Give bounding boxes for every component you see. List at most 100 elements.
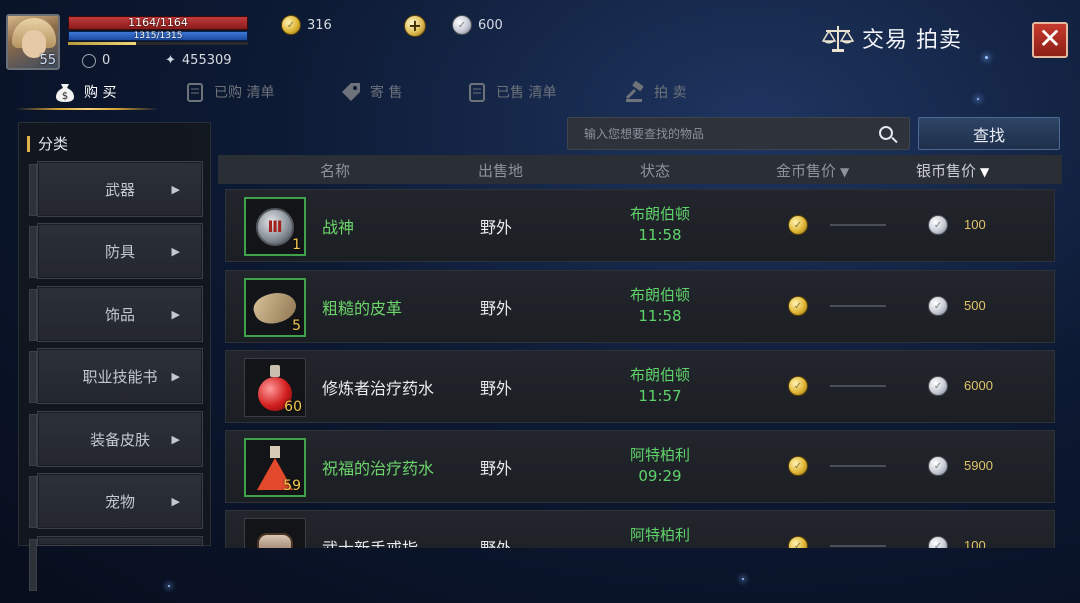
status-time: 09:29	[638, 467, 682, 485]
tag-icon	[342, 83, 360, 101]
listing-table: 1 战神 野外 布朗伯顿 11:58 100 5 粗糙的皮革 野外 布朗伯顿 1…	[218, 184, 1062, 548]
silver-amount: 600	[478, 17, 503, 33]
item-status: 阿特柏利 09:29	[610, 445, 710, 487]
table-row[interactable]: 武士新手戒指 野外 阿特柏利 100	[225, 510, 1055, 548]
search-button[interactable]: 查找	[918, 117, 1060, 150]
hp-bar: 1164/1164	[68, 16, 248, 30]
gold-price-empty	[830, 385, 886, 387]
xp-bar-fill	[68, 42, 137, 45]
svg-text:$: $	[62, 91, 68, 102]
column-status[interactable]: 状态	[640, 160, 670, 181]
table-header: 名称 出售地 状态 金币售价 ▼ 银币售价 ▼	[218, 155, 1062, 184]
power-icon: ✦	[165, 53, 176, 68]
column-gold-price[interactable]: 金币售价 ▼	[776, 160, 849, 181]
stat-b: ✦ 455309	[165, 53, 232, 68]
gold-currency: 316	[281, 15, 332, 35]
arrow-right-icon: ▶	[171, 432, 180, 446]
scroll-list-icon	[469, 83, 485, 102]
status-time: 11:58	[638, 226, 682, 244]
category-weapons[interactable]: 武器 ▶	[29, 161, 203, 217]
player-avatar[interactable]: 55	[6, 14, 60, 70]
category-label: 职业技能书	[82, 367, 158, 386]
silver-price: 500	[964, 298, 986, 313]
table-row[interactable]: 1 战神 野外 布朗伯顿 11:58 100	[225, 189, 1055, 262]
item-location: 野外	[480, 299, 513, 318]
category-label: 装备皮肤	[89, 430, 150, 449]
category-label: 防具	[104, 242, 135, 261]
tab-consign[interactable]: 寄 售	[340, 74, 402, 110]
item-qty: 5	[292, 318, 301, 334]
category-pets[interactable]: 宠物 ▶	[29, 473, 203, 529]
table-row[interactable]: 60 修炼者治疗药水 野外 布朗伯顿 11:57 6000	[225, 350, 1055, 423]
gold-coin-icon	[788, 215, 808, 235]
arrow-right-icon: ▶	[171, 307, 180, 321]
category-header: 分类	[27, 133, 68, 154]
search-box	[567, 117, 910, 150]
item-slot[interactable]: 60	[244, 358, 306, 417]
item-slot[interactable]: 59	[244, 438, 306, 497]
status-place: 阿特柏利	[629, 526, 690, 544]
item-location: 野外	[480, 218, 513, 237]
tab-auction[interactable]: 拍 卖	[624, 74, 686, 110]
category-label: 宠物	[104, 492, 135, 511]
category-accessories[interactable]: 饰品 ▶	[29, 286, 203, 342]
item-qty: 59	[283, 478, 301, 494]
arrow-right-icon: ▶	[171, 369, 180, 383]
silver-coin-icon	[928, 456, 948, 476]
item-slot[interactable]: 1	[244, 197, 306, 256]
silver-price: 100	[964, 538, 986, 548]
item-location: 野外	[480, 535, 512, 548]
tab-purchased-list[interactable]: 已购 清单	[184, 74, 274, 110]
column-name[interactable]: 名称	[320, 160, 350, 181]
status-place: 布朗伯顿	[629, 286, 690, 304]
tab-auction-label: 拍 卖	[654, 85, 687, 101]
silver-coin-icon	[928, 215, 948, 235]
hp-text: 1164/1164	[128, 16, 188, 29]
gold-price-empty	[830, 224, 886, 226]
silver-coin-icon	[928, 296, 948, 316]
status-place: 布朗伯顿	[629, 205, 690, 223]
column-silver-price[interactable]: 银币售价 ▼	[916, 160, 989, 181]
status-time: 11:57	[638, 387, 682, 405]
gold-coin-icon	[281, 15, 301, 35]
ring-icon	[257, 532, 293, 548]
item-slot[interactable]	[244, 518, 306, 548]
search-input[interactable]	[568, 118, 909, 149]
sort-down-icon: ▼	[980, 165, 990, 179]
background-star	[168, 585, 170, 587]
category-label: 饰品	[104, 305, 135, 324]
category-next-partial[interactable]	[29, 536, 203, 591]
column-gold-price-label: 金币售价	[776, 162, 837, 180]
column-silver-price-label: 银币售价	[916, 162, 977, 180]
gold-price-empty	[830, 465, 886, 467]
item-slot[interactable]: 5	[244, 278, 306, 337]
category-panel: 分类 武器 ▶ 防具 ▶ 饰品 ▶ 职业技能书 ▶ 装备皮肤 ▶ 宠物 ▶	[18, 122, 211, 591]
tab-purchased-list-label: 已购 清单	[214, 85, 275, 101]
column-location[interactable]: 出售地	[478, 160, 523, 181]
tab-sold-list[interactable]: 已售 清单	[466, 74, 556, 110]
tab-sold-list-label: 已售 清单	[496, 85, 557, 101]
gold-coin-icon	[788, 376, 808, 396]
item-status: 布朗伯顿 11:57	[610, 365, 710, 407]
money-bag-icon: $	[56, 84, 74, 102]
table-row[interactable]: 59 祝福的治疗药水 野外 阿特柏利 09:29 5900	[225, 430, 1055, 503]
category-armor[interactable]: 防具 ▶	[29, 223, 203, 279]
stat-a-value: 0	[102, 53, 111, 68]
add-gold-button[interactable]: +	[404, 15, 426, 37]
mp-text: 1315/1315	[133, 31, 183, 41]
category-skins[interactable]: 装备皮肤 ▶	[29, 411, 203, 467]
item-location: 野外	[480, 379, 513, 398]
search-icon[interactable]	[879, 126, 893, 140]
table-row[interactable]: 5 粗糙的皮革 野外 布朗伯顿 11:58 500	[225, 270, 1055, 343]
item-qty: 1	[292, 237, 301, 253]
page-title-area: 交易 拍卖	[822, 22, 962, 54]
item-name: 战神	[322, 218, 355, 237]
player-level: 55	[39, 53, 56, 68]
tab-buy[interactable]: $ 购 买	[54, 74, 116, 110]
gold-coin-icon	[788, 296, 808, 316]
background-star	[977, 98, 979, 100]
category-skill-books[interactable]: 职业技能书 ▶	[29, 348, 203, 404]
close-button[interactable]: ✕	[1032, 22, 1068, 58]
silver-coin-icon	[928, 376, 948, 396]
scale-icon	[822, 26, 854, 52]
